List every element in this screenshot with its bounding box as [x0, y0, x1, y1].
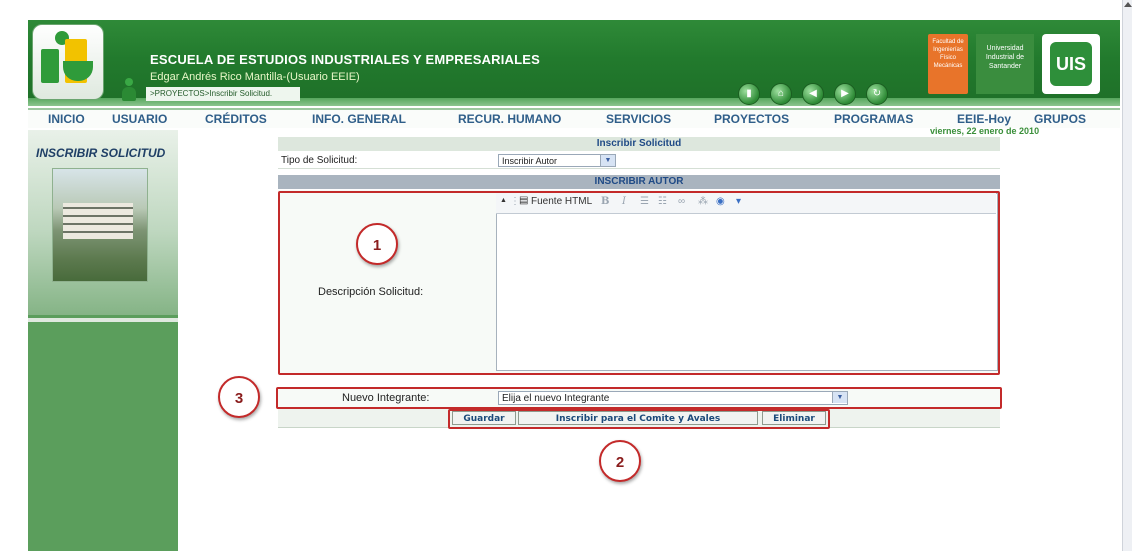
- school-logo: [32, 24, 104, 100]
- menu-proyectos[interactable]: PROYECTOS: [714, 112, 789, 126]
- current-date: viernes, 22 enero de 2010: [930, 126, 1040, 136]
- annotation-box-2: [448, 409, 830, 429]
- user-icon: [122, 78, 136, 102]
- home-icon[interactable]: ⌂: [770, 83, 792, 105]
- chevron-down-icon[interactable]: ▼: [600, 155, 615, 166]
- scrollbar[interactable]: [1122, 0, 1132, 551]
- back-icon[interactable]: ◀: [802, 83, 824, 105]
- sidebar-divider: [28, 318, 178, 322]
- sidebar-title: INSCRIBIR SOLICITUD: [36, 146, 166, 160]
- book-icon[interactable]: ▮: [738, 83, 760, 105]
- annotation-circle-2: 2: [599, 440, 641, 482]
- menu-recur-humano[interactable]: RECUR. HUMANO: [458, 112, 561, 126]
- university-logo: Universidad Industrial de Santander: [976, 34, 1034, 94]
- tipo-row: [278, 152, 1000, 169]
- annotation-box-1: [278, 191, 1000, 375]
- annotation-circle-3: 3: [218, 376, 260, 418]
- annotation-circle-1: 1: [356, 223, 398, 265]
- menu-programas[interactable]: PROGRAMAS: [834, 112, 913, 126]
- annotation-box-3: [276, 387, 1002, 409]
- refresh-icon[interactable]: ↻: [866, 83, 888, 105]
- uis-logo: UIS: [1042, 34, 1100, 94]
- user-name: Edgar Andrés Rico Mantilla-(Usuario EEIE…: [150, 71, 360, 83]
- school-name: ESCUELA DE ESTUDIOS INDUSTRIALES Y EMPRE…: [150, 52, 541, 67]
- section-header: INSCRIBIR AUTOR: [278, 175, 1000, 189]
- scroll-up-icon[interactable]: [1124, 2, 1132, 7]
- menu-inicio[interactable]: INICIO: [48, 112, 85, 126]
- breadcrumb: >PROYECTOS>Inscribir Solicitud.: [150, 89, 273, 98]
- menu-eeie-hoy[interactable]: EEIE-Hoy: [957, 112, 1011, 126]
- menu-usuario[interactable]: USUARIO: [112, 112, 167, 126]
- menu-servicios[interactable]: SERVICIOS: [606, 112, 671, 126]
- tipo-select[interactable]: Inscribir Autor ▼: [498, 154, 616, 167]
- menu-grupos[interactable]: GRUPOS: [1034, 112, 1086, 126]
- forward-icon[interactable]: ▶: [834, 83, 856, 105]
- tipo-label: Tipo de Solicitud:: [281, 155, 358, 166]
- faculty-logo: Facultad de Ingenierías Físico Mecánicas: [928, 34, 968, 94]
- form-header: Inscribir Solicitud: [278, 137, 1000, 151]
- menu-creditos[interactable]: CRÉDITOS: [205, 112, 267, 126]
- building-photo: [52, 168, 148, 282]
- menu-info-general[interactable]: INFO. GENERAL: [312, 112, 406, 126]
